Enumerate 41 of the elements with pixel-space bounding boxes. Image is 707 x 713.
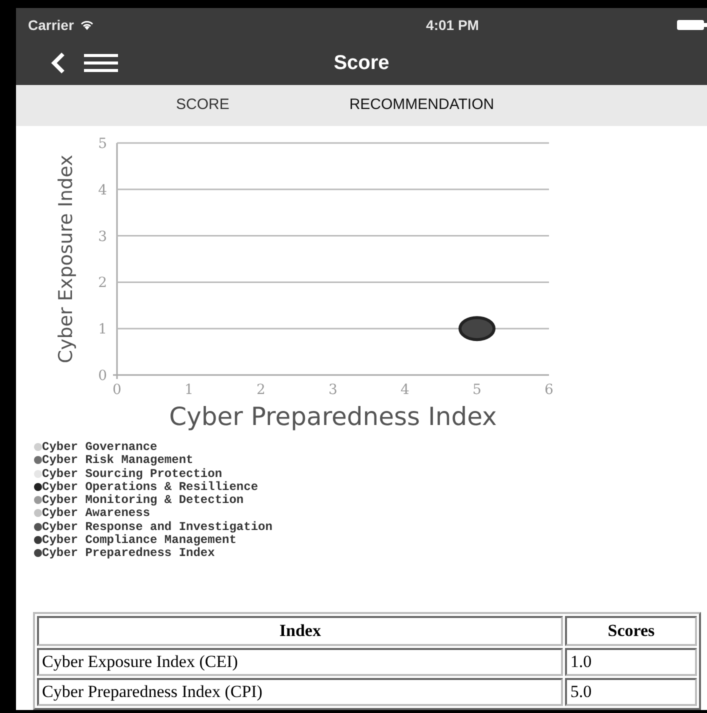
- back-icon: [50, 51, 66, 76]
- menu-button[interactable]: [84, 54, 118, 72]
- legend-label: Cyber Awareness: [42, 506, 150, 520]
- legend-label: Cyber Risk Management: [42, 453, 194, 468]
- clock-time: 4:01 PM: [426, 16, 479, 33]
- wifi-icon: [80, 19, 94, 30]
- x-tick-label: 0: [112, 382, 122, 398]
- battery-icon: [676, 20, 707, 30]
- x-tick-label: 4: [400, 382, 410, 398]
- table-cell: Cyber Exposure Index (CEI): [37, 648, 564, 676]
- back-button[interactable]: [50, 51, 66, 76]
- table-cell: 1.0: [565, 648, 697, 676]
- y-tick-label: 5: [98, 136, 107, 152]
- legend-label: Cyber Compliance Management: [42, 533, 236, 548]
- legend-label: Cyber Preparedness Index: [42, 546, 215, 560]
- tab[interactable]: RECOMMENDATION: [349, 92, 494, 120]
- y-axis-title: Cyber Exposure Index: [55, 155, 77, 364]
- column-header: Index: [37, 616, 564, 646]
- tab[interactable]: SCORE: [176, 92, 230, 120]
- x-axis-title: Cyber Preparedness Index: [169, 402, 497, 432]
- y-tick-label: 0: [98, 368, 107, 384]
- menu-icon: [84, 54, 118, 72]
- y-tick-label: 3: [98, 229, 107, 246]
- screen-title: Score: [334, 52, 390, 75]
- x-tick-label: 2: [256, 382, 266, 398]
- legend-label: Cyber Governance: [42, 440, 158, 454]
- y-tick-label: 4: [98, 182, 107, 199]
- x-tick-label: 6: [544, 382, 554, 398]
- carrier-label: Carrier: [28, 16, 74, 33]
- y-tick-label: 1: [98, 322, 107, 338]
- y-tick-label: 2: [98, 276, 107, 292]
- x-tick-label: 5: [472, 382, 482, 398]
- legend-label: Cyber Operations & Resillience: [42, 480, 258, 494]
- x-tick-label: 1: [184, 382, 194, 398]
- legend-label: Cyber Monitoring & Detection: [42, 493, 244, 508]
- legend-label: Cyber Sourcing Protection: [42, 466, 222, 481]
- table-cell: Cyber Preparedness Index (CPI): [37, 678, 564, 706]
- column-header: Scores: [565, 616, 697, 646]
- table-cell: 5.0: [565, 678, 697, 706]
- x-tick-label: 3: [328, 382, 338, 398]
- legend-label: Cyber Response and Investigation: [42, 520, 272, 534]
